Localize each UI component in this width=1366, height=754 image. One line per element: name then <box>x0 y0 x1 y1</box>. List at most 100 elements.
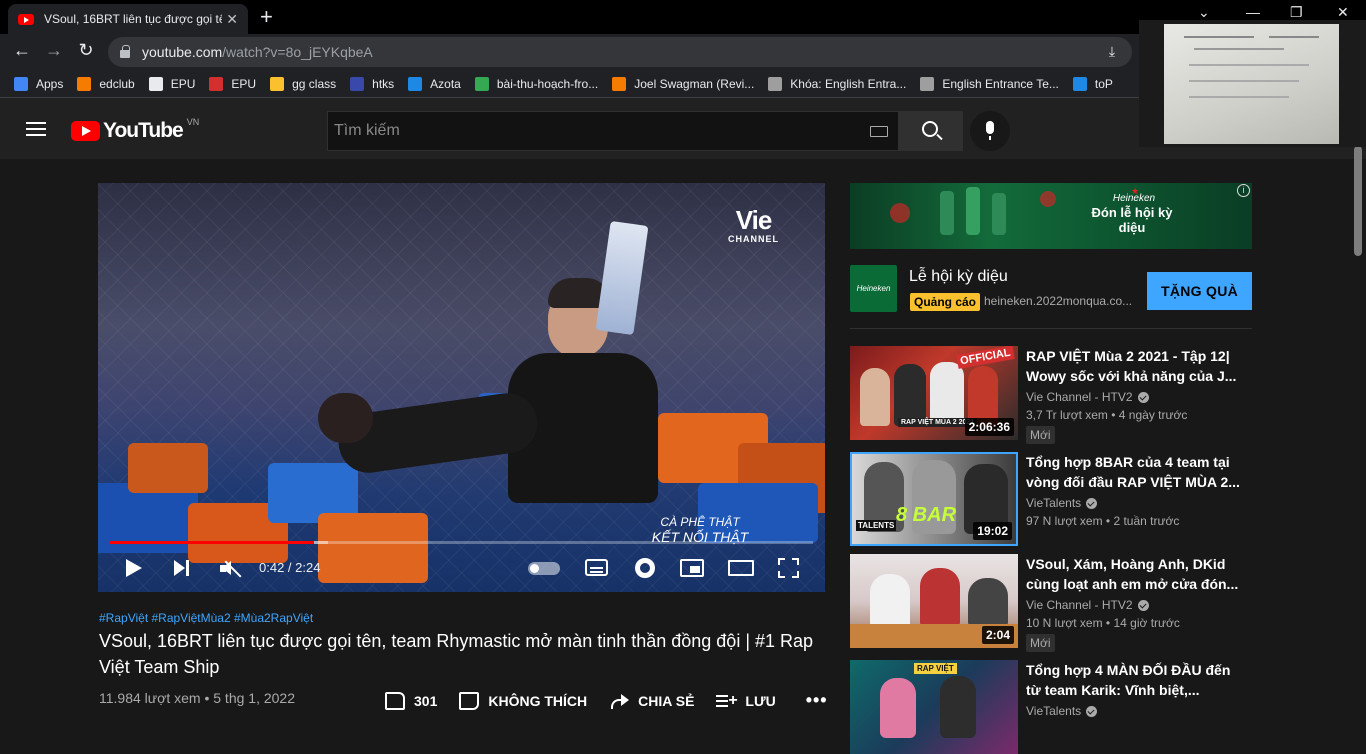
ad-banner-image[interactable]: ★ Heineken Đón lễ hội kỳ diệu <box>850 183 1252 249</box>
back-arrow-icon[interactable]: ← <box>10 40 34 61</box>
like-button[interactable]: 301 <box>385 691 438 710</box>
share-label: CHIA SẺ <box>638 692 695 709</box>
ad-cta-button[interactable]: TẶNG QUÀ <box>1147 272 1252 310</box>
minimize-icon[interactable]: ⌄ <box>1198 4 1210 21</box>
bookmark-favicon-icon <box>920 76 935 91</box>
settings-gear-icon[interactable] <box>635 558 655 578</box>
bookmark-item[interactable]: EPU <box>209 76 256 91</box>
floating-preview-window[interactable] <box>1139 20 1366 147</box>
recommended-title[interactable]: RAP VIỆT Mùa 2 2021 - Tập 12| Wowy sốc v… <box>1026 346 1246 386</box>
bookmark-label: htks <box>372 76 395 91</box>
recommended-channel[interactable]: Vie Channel - HTV2 <box>1026 598 1149 612</box>
recommended-stats: 97 N lượt xem • 2 tuần trước <box>1026 514 1180 528</box>
fullscreen-icon[interactable] <box>778 558 799 578</box>
window-maximize-button[interactable]: ❐ <box>1290 4 1303 21</box>
hamburger-menu-icon[interactable] <box>26 122 46 136</box>
bookmark-item[interactable]: bài-thu-hoạch-fro... <box>474 76 599 91</box>
bookmark-item[interactable]: edclub <box>77 76 135 91</box>
microphone-icon <box>986 121 994 140</box>
dislike-button[interactable]: KHÔNG THÍCH <box>459 691 588 710</box>
window-close-button[interactable]: ✕ <box>1337 4 1349 21</box>
keyboard-icon[interactable] <box>870 126 888 137</box>
tab-close-icon[interactable]: ✕ <box>226 11 238 28</box>
bookmark-label: Khóa: English Entra... <box>790 76 907 91</box>
video-thumbnail[interactable]: OFFICIAL RAP VIỆT MÙA 2 2021 2:06:36 <box>850 346 1018 440</box>
install-app-icon[interactable]: ⤓ <box>1100 43 1124 60</box>
forward-arrow-icon[interactable]: → <box>42 40 66 61</box>
recommended-channel[interactable]: Vie Channel - HTV2 <box>1026 390 1149 404</box>
verified-check-icon <box>1086 705 1098 717</box>
recommended-video[interactable]: 2:04 VSoul, Xám, Hoàng Anh, DKid cùng lo… <box>850 554 1252 652</box>
progress-fill <box>110 541 314 544</box>
recommended-title[interactable]: VSoul, Xám, Hoàng Anh, DKid cùng loạt an… <box>1026 554 1246 594</box>
search-button[interactable] <box>899 111 963 151</box>
recommended-channel[interactable]: VieTalents <box>1026 496 1098 510</box>
bookmark-favicon-icon <box>408 76 423 91</box>
bookmark-label: Azota <box>430 76 461 91</box>
bookmark-favicon-icon <box>209 76 224 91</box>
new-badge: Mới <box>1026 634 1055 652</box>
youtube-favicon-icon <box>18 13 34 25</box>
recommended-stats: 10 N lượt xem • 14 giờ trước <box>1026 616 1180 630</box>
browser-tab-active[interactable]: VSoul, 16BRT liên tục được gọi tên ✕ <box>8 4 248 34</box>
verified-check-icon <box>1137 599 1149 611</box>
reload-icon[interactable]: ↻ <box>74 40 98 61</box>
recommended-video[interactable]: 8 BAR TALENTS 19:02 Tổng hợp 8BAR của 4 … <box>850 452 1252 546</box>
video-thumbnail[interactable]: 2:04 <box>850 554 1018 648</box>
advertiser-logo[interactable]: Heineken <box>850 265 897 312</box>
ad-domain: heineken.2022monqua.co... <box>984 294 1133 308</box>
bookmark-item[interactable]: Apps <box>14 76 63 91</box>
recommended-title[interactable]: Tổng hợp 4 MÀN ĐỐI ĐẦU đến từ team Karik… <box>1026 660 1246 700</box>
video-thumbnail[interactable]: RAP VIỆT <box>850 660 1018 754</box>
muted-volume-icon[interactable] <box>220 560 242 578</box>
talents-label: TALENTS <box>856 520 897 531</box>
bookmark-item[interactable]: English Entrance Te... <box>920 76 1059 91</box>
ad-banner-slogan: Đón lễ hội kỳ diệu <box>1091 205 1173 235</box>
dislike-label: KHÔNG THÍCH <box>488 692 588 709</box>
video-hashtags[interactable]: #RapViệt #RapViệtMùa2 #Mùa2RapViệt <box>99 611 313 625</box>
subtitles-icon[interactable] <box>585 559 608 576</box>
like-count: 301 <box>414 692 438 709</box>
search-icon <box>922 121 938 137</box>
lock-icon <box>120 44 130 58</box>
new-tab-button[interactable]: + <box>260 4 273 30</box>
window-minimize-button[interactable]: — <box>1246 4 1260 20</box>
bookmark-label: bài-thu-hoạch-fro... <box>496 76 599 91</box>
buffered-bar <box>313 541 328 544</box>
apps-grid-icon <box>14 76 28 91</box>
more-actions-icon[interactable]: ••• <box>806 690 828 711</box>
bookmark-item[interactable]: toP <box>1072 76 1113 91</box>
autoplay-toggle[interactable] <box>528 562 560 575</box>
search-box <box>327 111 899 151</box>
youtube-play-logo-icon <box>71 121 100 141</box>
address-bar[interactable]: youtube.com /watch?v=8o_jEYKqbeA <box>108 37 1132 67</box>
progress-bar[interactable] <box>110 541 813 544</box>
recommended-video[interactable]: RAP VIỆT Tổng hợp 4 MÀN ĐỐI ĐẦU đến từ t… <box>850 660 1252 754</box>
ad-info-icon[interactable]: i <box>1237 184 1250 197</box>
upload-date: 5 thg 1, 2022 <box>213 690 295 706</box>
share-button[interactable]: CHIA SẺ <box>609 692 694 710</box>
bookmark-item[interactable]: Azota <box>408 76 461 91</box>
view-count: 11.984 lượt xem <box>99 690 201 706</box>
save-button[interactable]: LƯU <box>716 692 776 710</box>
bookmark-item[interactable]: Joel Swagman (Revi... <box>612 76 754 91</box>
bookmark-item[interactable]: htks <box>350 76 395 91</box>
miniplayer-icon[interactable] <box>680 559 704 577</box>
page-scrollbar[interactable] <box>1354 146 1362 256</box>
search-input[interactable] <box>328 122 848 140</box>
ad-title[interactable]: Lễ hội kỳ diệu <box>909 268 1008 286</box>
voice-search-button[interactable] <box>970 111 1010 151</box>
bookmark-item[interactable]: gg class <box>270 76 336 91</box>
8bar-label: 8 BAR <box>896 504 957 526</box>
theater-mode-icon[interactable] <box>728 560 754 576</box>
video-thumbnail[interactable]: 8 BAR TALENTS 19:02 <box>850 452 1018 546</box>
bookmark-item[interactable]: Khóa: English Entra... <box>768 76 907 91</box>
play-icon[interactable] <box>126 559 142 577</box>
youtube-logo[interactable]: YouTube VN <box>71 117 199 143</box>
bookmark-item[interactable]: EPU <box>148 76 195 91</box>
video-player[interactable]: Vie CHANNEL CÀ PHÊ THẬT KẾT NỐI THẬT 0:4… <box>98 183 825 592</box>
recommended-title[interactable]: Tổng hợp 8BAR của 4 team tại vòng đối đầ… <box>1026 452 1246 492</box>
recommended-video[interactable]: OFFICIAL RAP VIỆT MÙA 2 2021 2:06:36 RAP… <box>850 346 1252 444</box>
url-host: youtube.com <box>142 44 223 60</box>
recommended-channel[interactable]: VieTalents <box>1026 704 1098 718</box>
